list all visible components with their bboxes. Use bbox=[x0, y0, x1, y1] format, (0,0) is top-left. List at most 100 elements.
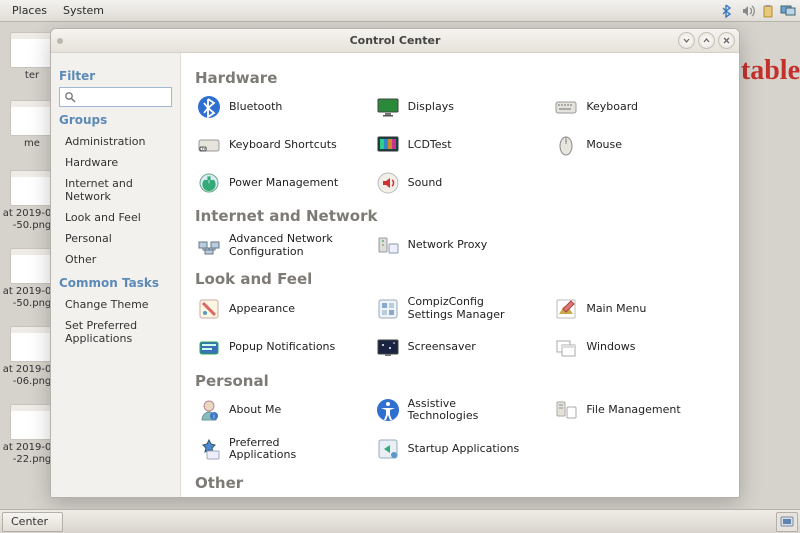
applet-label: Advanced Network Configuration bbox=[229, 233, 349, 258]
window-title: Control Center bbox=[51, 34, 739, 47]
volume-tray-icon[interactable] bbox=[740, 3, 756, 19]
settings-applet[interactable]: Main Menu bbox=[552, 294, 725, 323]
file-icon bbox=[10, 100, 54, 136]
sidebar-common-task[interactable]: Change Theme bbox=[59, 294, 172, 315]
applet-label: Screensaver bbox=[408, 341, 476, 354]
menu-system[interactable]: System bbox=[55, 2, 112, 19]
settings-applet[interactable]: Assistive Technologies bbox=[374, 396, 547, 425]
sidebar-groups-heading: Groups bbox=[59, 113, 172, 127]
menu-places[interactable]: Places bbox=[4, 2, 55, 19]
settings-applet[interactable]: Mouse bbox=[552, 131, 725, 159]
mainmenu-icon bbox=[554, 297, 578, 321]
bottom-panel: Center bbox=[0, 509, 800, 533]
keyboard-icon bbox=[554, 95, 578, 119]
maximize-button[interactable] bbox=[698, 32, 715, 49]
applet-label: File Management bbox=[586, 404, 680, 417]
clipboard-tray-icon[interactable] bbox=[760, 3, 776, 19]
applet-label: Appearance bbox=[229, 303, 295, 316]
kb-shortcut-icon bbox=[197, 133, 221, 157]
filter-input[interactable] bbox=[80, 90, 167, 104]
settings-applet[interactable]: Displays bbox=[374, 93, 547, 121]
top-panel: Places System bbox=[0, 0, 800, 22]
section-heading: Personal bbox=[195, 372, 725, 390]
popup-icon bbox=[197, 336, 221, 360]
applet-label: Network Proxy bbox=[408, 239, 488, 252]
settings-applet[interactable]: About Me bbox=[195, 396, 368, 425]
search-icon bbox=[64, 91, 76, 103]
filter-search[interactable] bbox=[59, 87, 172, 107]
file-icon bbox=[10, 32, 54, 68]
settings-applet[interactable]: Power Management bbox=[195, 169, 368, 197]
sidebar-group-item[interactable]: Other bbox=[59, 249, 172, 270]
windows-icon bbox=[554, 336, 578, 360]
content-area: Hardware Bluetooth Displays Keyboard Keyboar… bbox=[181, 53, 739, 497]
sound-icon bbox=[376, 171, 400, 195]
applet-label: LCDTest bbox=[408, 139, 452, 152]
display-icon bbox=[376, 95, 400, 119]
appearance-icon bbox=[197, 297, 221, 321]
taskbar-button-control-center[interactable]: Center bbox=[2, 512, 63, 532]
applet-label: Keyboard bbox=[586, 101, 638, 114]
applet-label: Sound bbox=[408, 177, 443, 190]
display-tray-icon[interactable] bbox=[780, 3, 796, 19]
sidebar-group-item[interactable]: Personal bbox=[59, 228, 172, 249]
bluetooth-tray-icon[interactable] bbox=[720, 3, 736, 19]
applet-label: Keyboard Shortcuts bbox=[229, 139, 337, 152]
file-icon bbox=[10, 170, 54, 206]
mouse-icon bbox=[554, 133, 578, 157]
settings-applet[interactable]: Windows bbox=[552, 334, 725, 362]
sidebar-group-item[interactable]: Administration bbox=[59, 131, 172, 152]
prefapp-icon bbox=[197, 437, 221, 461]
settings-applet[interactable]: Screensaver bbox=[374, 334, 547, 362]
sidebar-group-item[interactable]: Internet and Network bbox=[59, 173, 172, 207]
file-icon bbox=[10, 404, 54, 440]
sidebar-common-heading: Common Tasks bbox=[59, 276, 172, 290]
settings-applet[interactable]: Advanced Network Configuration bbox=[195, 231, 368, 260]
settings-applet[interactable]: Sound bbox=[374, 169, 547, 197]
proxy-icon bbox=[376, 234, 400, 258]
settings-applet[interactable]: CompizConfig Settings Manager bbox=[374, 294, 547, 323]
applet-label: Popup Notifications bbox=[229, 341, 335, 354]
system-tray bbox=[720, 3, 796, 19]
filemgr-icon bbox=[554, 398, 578, 422]
about-icon bbox=[197, 398, 221, 422]
close-button[interactable] bbox=[718, 32, 735, 49]
settings-applet[interactable]: Network Proxy bbox=[374, 231, 547, 260]
sidebar-common-task[interactable]: Set Preferred Applications bbox=[59, 315, 172, 349]
applet-label: Preferred Applications bbox=[229, 437, 349, 462]
bluetooth-icon bbox=[197, 95, 221, 119]
settings-applet[interactable]: Keyboard Shortcuts bbox=[195, 131, 368, 159]
sidebar-filter-heading: Filter bbox=[59, 69, 172, 83]
desktop-text-fragment: table bbox=[741, 55, 800, 87]
show-desktop-button[interactable] bbox=[776, 512, 798, 532]
applet-label: CompizConfig Settings Manager bbox=[408, 296, 528, 321]
applet-label: Mouse bbox=[586, 139, 622, 152]
applet-label: Displays bbox=[408, 101, 454, 114]
applet-label: Main Menu bbox=[586, 303, 646, 316]
applet-label: About Me bbox=[229, 404, 281, 417]
applet-label: Power Management bbox=[229, 177, 338, 190]
network-adv-icon bbox=[197, 234, 221, 258]
titlebar[interactable]: Control Center bbox=[51, 29, 739, 53]
settings-applet[interactable]: Appearance bbox=[195, 294, 368, 323]
lcdtest-icon bbox=[376, 133, 400, 157]
applet-label: Bluetooth bbox=[229, 101, 282, 114]
applet-label: Windows bbox=[586, 341, 635, 354]
settings-applet[interactable]: File Management bbox=[552, 396, 725, 425]
settings-applet[interactable]: LCDTest bbox=[374, 131, 547, 159]
settings-applet[interactable]: Startup Applications bbox=[374, 435, 547, 464]
settings-applet[interactable]: Bluetooth bbox=[195, 93, 368, 121]
settings-applet[interactable]: Popup Notifications bbox=[195, 334, 368, 362]
screensaver-icon bbox=[376, 336, 400, 360]
file-icon bbox=[10, 326, 54, 362]
sidebar: Filter Groups AdministrationHardwareInte… bbox=[51, 53, 181, 497]
settings-applet[interactable]: Preferred Applications bbox=[195, 435, 368, 464]
sidebar-group-item[interactable]: Look and Feel bbox=[59, 207, 172, 228]
applet-label: Assistive Technologies bbox=[408, 398, 528, 423]
minimize-button[interactable] bbox=[678, 32, 695, 49]
power-icon bbox=[197, 171, 221, 195]
section-heading: Hardware bbox=[195, 69, 725, 87]
settings-applet[interactable]: Keyboard bbox=[552, 93, 725, 121]
window-menu-icon[interactable] bbox=[57, 38, 63, 44]
sidebar-group-item[interactable]: Hardware bbox=[59, 152, 172, 173]
